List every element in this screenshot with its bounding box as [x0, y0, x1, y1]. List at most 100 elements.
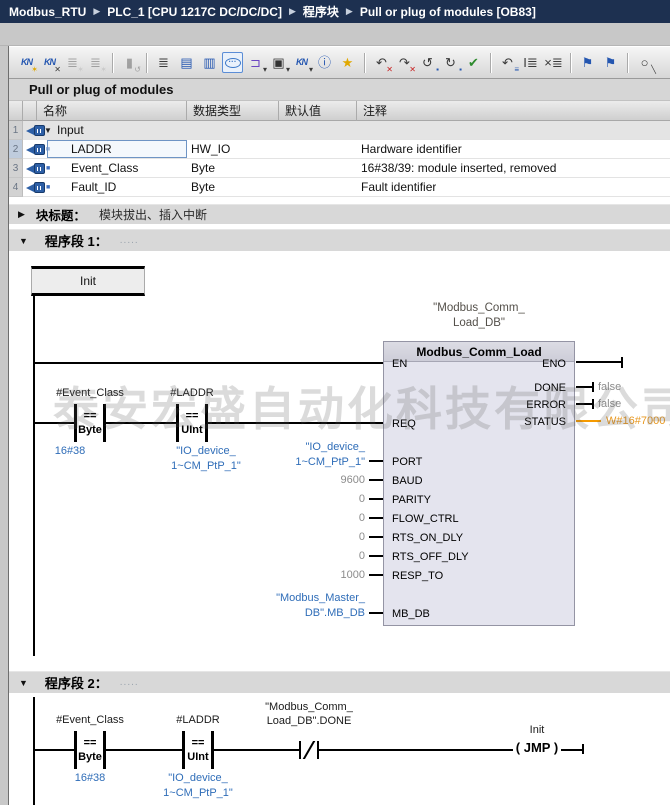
network2-comment-placeholder[interactable]: ..... [120, 677, 139, 688]
row-name[interactable]: Event_Class [71, 159, 138, 178]
comments-icon[interactable]: ··· [222, 52, 243, 73]
contact-tag[interactable]: #LADDR [132, 386, 252, 400]
monitor-icon[interactable]: ↶ ≡ [497, 52, 519, 74]
breadcrumb-project[interactable]: Modbus_RTU [9, 5, 86, 19]
header-name[interactable]: 名称 [37, 101, 187, 121]
value-flow-ctrl[interactable]: 0 [231, 511, 365, 525]
value-resp-to[interactable]: 1000 [231, 568, 365, 582]
row-datatype[interactable]: HW_IO [191, 140, 230, 159]
block-title-value[interactable]: 模块拔出、插入中断 [99, 206, 207, 223]
pin-port: PORT [392, 456, 423, 468]
block-name-title: Pull or plug of modules [9, 79, 670, 101]
contact-operand[interactable]: 16#38 [30, 771, 150, 786]
collapse-arrow-icon[interactable]: ▶ [18, 209, 25, 220]
toolbar-separator [112, 52, 113, 73]
header-comment[interactable]: 注释 [357, 101, 670, 121]
watermark-text: 泰安宏盛自动化科技有限公司 [53, 383, 670, 435]
table-row-fault-id[interactable]: 4 ■ Fault_ID Byte Fault identifier [9, 178, 670, 197]
pin-stub [369, 555, 383, 557]
jump-label-init[interactable]: Init [31, 266, 145, 296]
breadcrumb: Modbus_RTU ▶ PLC_1 [CPU 1217C DC/DC/DC] … [0, 0, 670, 23]
value-status[interactable]: W#16#7000 [606, 414, 665, 428]
collapse-arrow-icon[interactable]: ▼ [19, 678, 28, 688]
contact-operand[interactable]: 16#38 [10, 444, 130, 459]
network2-header[interactable]: ▼ 程序段 2： ..... [9, 671, 670, 693]
snapshot-icon[interactable]: ↺ ▪ [417, 52, 439, 74]
contact-operand[interactable]: "IO_device_ 1~CM_PtP_1" [138, 771, 258, 801]
search-icon[interactable]: ○ ╲ [634, 52, 656, 74]
value-parity[interactable]: 0 [231, 492, 365, 506]
jmp-coil[interactable]: ( JMP ) [487, 740, 587, 755]
compare-operator: == [83, 410, 97, 422]
insert-row-after-icon[interactable]: ≣ ✶ [85, 52, 107, 74]
pin-stub [369, 612, 383, 614]
breadcrumb-program-blocks[interactable]: 程序块 [303, 3, 339, 20]
reset-io-icon[interactable]: ×≣ [543, 52, 564, 73]
pin-req: REQ [392, 418, 416, 430]
insert-io-icon[interactable]: I≣ [520, 52, 541, 73]
table-row-input[interactable]: 1 ▼ Input [9, 121, 670, 140]
block-info-icon[interactable]: ⓘ [314, 52, 335, 73]
value-rts-off-dly[interactable]: 0 [231, 549, 365, 563]
prev-bookmark-icon[interactable]: ⚑ [577, 52, 598, 73]
compare-contact-event-class[interactable]: == Byte [74, 404, 106, 442]
expand-networks-icon[interactable]: KN ▾ [291, 52, 313, 74]
network1-label: 程序段 1： [44, 234, 108, 249]
row-name[interactable]: Input [57, 121, 84, 140]
row-datatype[interactable]: Byte [191, 178, 215, 197]
row-name[interactable]: LADDR [71, 140, 112, 159]
free-comment-icon[interactable]: ▣ ▾ [268, 52, 290, 74]
nc-contact[interactable] [301, 741, 317, 759]
row-datatype[interactable]: Byte [191, 159, 215, 178]
row-comment[interactable]: Fault identifier [361, 178, 436, 197]
nc-contact-bar [299, 741, 301, 759]
table-row-event-class[interactable]: 3 ■ Event_Class Byte 16#38/39: module in… [9, 159, 670, 178]
next-bookmark-icon[interactable]: ⚑ [600, 52, 621, 73]
coil-label[interactable]: Init [487, 723, 587, 737]
row-name[interactable]: Fault_ID [71, 178, 116, 197]
row-comment[interactable]: 16#38/39: module inserted, removed [361, 159, 556, 178]
network-overview-icon[interactable]: ≣ [153, 52, 174, 73]
compare-contact-laddr[interactable]: == UInt [176, 404, 208, 442]
load-values-icon[interactable]: ↻ ▪ [440, 52, 462, 74]
insert-network-icon[interactable]: KN ✶ [16, 52, 38, 74]
breadcrumb-plc[interactable]: PLC_1 [CPU 1217C DC/DC/DC] [107, 5, 282, 19]
selected-cell-outline [47, 140, 187, 158]
contact-tag[interactable]: #Event_Class [30, 713, 150, 727]
pin-stub [369, 460, 383, 462]
compare-operator: == [185, 410, 199, 422]
header-datatype[interactable]: 数据类型 [187, 101, 279, 121]
insert-row-icon[interactable]: ≣ ✶ [62, 52, 84, 74]
paste-icon[interactable]: ▮ ↺ [119, 52, 141, 74]
network1-canvas: 泰安宏盛自动化科技有限公司 Init #Event_Class == Byte … [9, 251, 670, 663]
value-rts-on-dly[interactable]: 0 [231, 530, 365, 544]
value-baud[interactable]: 9600 [231, 473, 365, 487]
network1-header[interactable]: ▼ 程序段 1： ..... [9, 229, 670, 251]
modbus-comm-load-block[interactable]: Modbus_Comm_Load EN REQ PORT BAUD PARITY… [383, 341, 575, 626]
value-error[interactable]: false [598, 397, 621, 411]
undo-icon[interactable]: ↶ ✕ [371, 52, 393, 74]
interface-icon[interactable]: ▥ [199, 52, 220, 73]
redo-icon[interactable]: ↷ ✕ [394, 52, 416, 74]
compare-contact-laddr[interactable]: == UInt [182, 731, 214, 769]
breadcrumb-current-block[interactable]: Pull or plug of modules [OB83] [360, 5, 536, 19]
network1-comment-placeholder[interactable]: ..... [120, 235, 139, 246]
row-comment[interactable]: Hardware identifier [361, 140, 462, 159]
compare-contact-event-class[interactable]: == Byte [74, 731, 106, 769]
favorites-icon[interactable]: ★ [337, 52, 358, 73]
expand-instructions-icon[interactable]: ⊐ ▾ [245, 52, 267, 74]
value-done[interactable]: false [598, 380, 621, 394]
table-row-laddr[interactable]: 2 ■ LADDR HW_IO Hardware identifier [9, 140, 670, 159]
delete-network-icon[interactable]: KN ✕ [39, 52, 61, 74]
compile-icon[interactable]: ✔ [463, 52, 484, 73]
nc-contact-tag[interactable]: "Modbus_Comm_ Load_DB".DONE [239, 700, 379, 728]
interface-top-icon[interactable]: ▤ [176, 52, 197, 73]
header-default[interactable]: 默认值 [279, 101, 357, 121]
value-port[interactable]: "IO_device_ 1~CM_PtP_1" [241, 440, 365, 470]
bullet-icon: ■ [46, 184, 51, 191]
pin-rts-on-dly: RTS_ON_DLY [392, 532, 464, 544]
expander-icon[interactable]: ▼ [42, 121, 54, 140]
instance-db-name[interactable]: "Modbus_Comm_ Load_DB" [383, 301, 575, 331]
collapse-arrow-icon[interactable]: ▼ [19, 236, 28, 246]
value-mb-db[interactable]: "Modbus_Master_ DB".MB_DB [241, 591, 365, 621]
